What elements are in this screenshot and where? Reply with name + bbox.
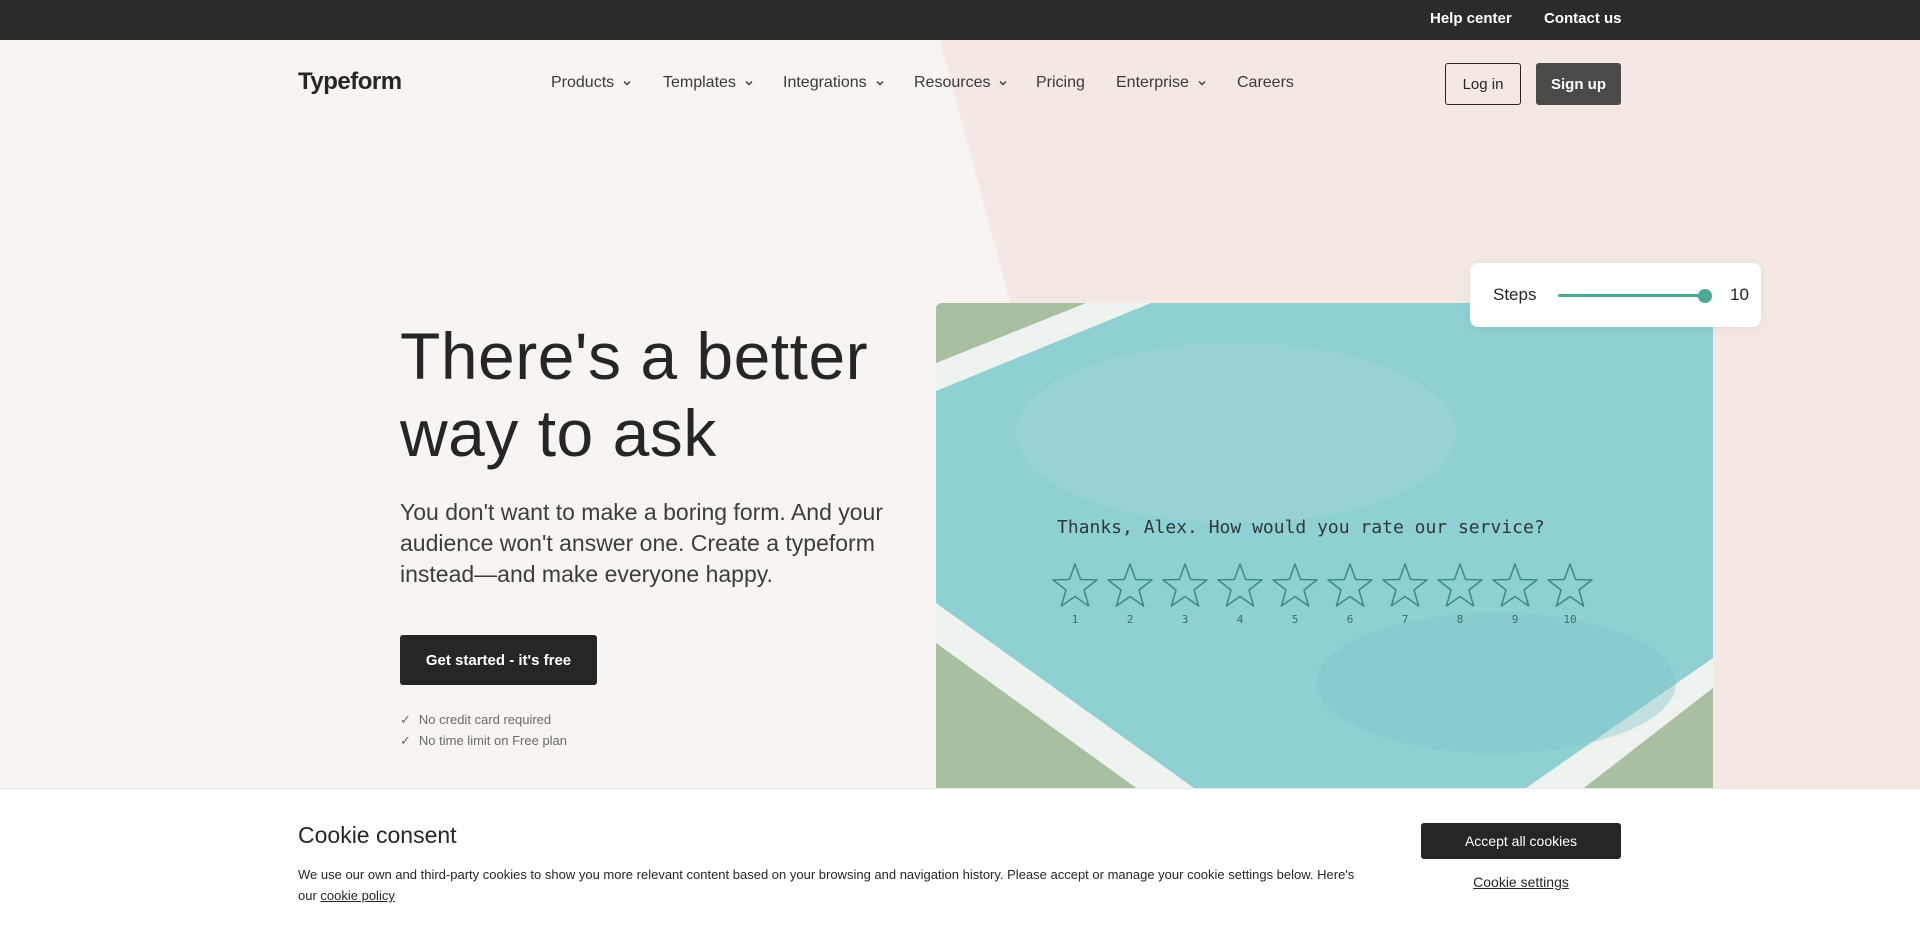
star-icon: [1382, 563, 1428, 607]
rating-number: 10: [1563, 613, 1577, 626]
star-icon: [1547, 563, 1593, 607]
nav-item-label: Careers: [1237, 74, 1294, 91]
main-navigation: Typeform Products Templates Integrations…: [0, 40, 1920, 126]
rating-option[interactable]: 8: [1436, 561, 1484, 626]
nav-item-label: Resources: [914, 74, 991, 91]
benefit-item: ✓ No credit card required: [400, 709, 567, 730]
cookie-title: Cookie consent: [298, 822, 457, 848]
accept-all-cookies-button[interactable]: Accept all cookies: [1421, 823, 1621, 859]
steps-control: Steps 10: [1470, 263, 1761, 327]
star-icon: [1272, 563, 1318, 607]
cookie-text: We use our own and third-party cookies t…: [298, 867, 1355, 903]
benefit-label: No credit card required: [418, 712, 552, 727]
rating-number: 1: [1071, 613, 1079, 626]
rating-number: 3: [1181, 613, 1189, 626]
rating-option[interactable]: 3: [1161, 561, 1209, 626]
nav-item-integrations[interactable]: Integrations: [783, 74, 885, 92]
chevron-down-icon: [999, 81, 1007, 86]
star-icon: [1162, 563, 1208, 607]
cookie-policy-link[interactable]: cookie policy: [320, 888, 394, 903]
card-background-pattern: [936, 303, 1713, 788]
star-icon: [1437, 563, 1483, 607]
rating-option[interactable]: 7: [1381, 561, 1429, 626]
nav-item-label: Templates: [663, 74, 736, 91]
rating-option[interactable]: 6: [1326, 561, 1374, 626]
nav-item-pricing[interactable]: Pricing: [1036, 74, 1085, 92]
benefit-label: No time limit on Free plan: [418, 733, 568, 748]
star-icon: [1217, 563, 1263, 607]
rating-number: 7: [1401, 613, 1409, 626]
star-icon: [1492, 563, 1538, 607]
benefit-item: ✓ No time limit on Free plan: [400, 730, 567, 751]
chevron-down-icon: [623, 81, 631, 86]
nav-item-careers[interactable]: Careers: [1237, 74, 1294, 92]
rating-question: Thanks, Alex. How would you rate our ser…: [1057, 517, 1545, 538]
nav-item-resources[interactable]: Resources: [914, 74, 1008, 92]
typeform-logo[interactable]: Typeform: [298, 68, 402, 96]
top-utility-bar: Help center Contact us: [0, 0, 1920, 40]
cookie-consent-banner: Cookie consent We use our own and third-…: [0, 788, 1920, 937]
benefits-list: ✓ No credit card required ✓ No time limi…: [400, 709, 567, 751]
hero-title: There's a better way to ask: [400, 319, 869, 470]
nav-item-label: Enterprise: [1116, 74, 1189, 91]
hero-subtitle: You don't want to make a boring form. An…: [400, 499, 883, 587]
chevron-down-icon: [876, 81, 884, 86]
checkmark-icon: ✓: [400, 732, 411, 748]
rating-option[interactable]: 5: [1271, 561, 1319, 626]
rating-option[interactable]: 9: [1491, 561, 1539, 626]
chevron-down-icon: [1198, 81, 1206, 86]
star-icon: [1107, 563, 1153, 607]
star-icon: [1327, 563, 1373, 607]
nav-item-label: Pricing: [1036, 74, 1085, 91]
rating-number: 6: [1346, 613, 1354, 626]
rating-number: 8: [1456, 613, 1464, 626]
steps-value: 10: [1730, 285, 1749, 304]
help-center-link[interactable]: Help center: [1430, 10, 1512, 27]
nav-item-products[interactable]: Products: [551, 74, 632, 92]
typeform-demo-card: Thanks, Alex. How would you rate our ser…: [936, 303, 1713, 788]
get-started-button[interactable]: Get started - it's free: [400, 635, 597, 685]
chevron-down-icon: [745, 81, 753, 86]
nav-item-label: Products: [551, 74, 615, 91]
rating-number: 5: [1291, 613, 1299, 626]
steps-slider-track[interactable]: [1558, 294, 1708, 297]
checkmark-icon: ✓: [400, 711, 411, 727]
rating-number: 4: [1236, 613, 1244, 626]
nav-item-templates[interactable]: Templates: [663, 74, 754, 92]
steps-label: Steps: [1493, 285, 1537, 304]
star-icon: [1052, 563, 1098, 607]
rating-option[interactable]: 10: [1546, 561, 1594, 626]
sign-up-button[interactable]: Sign up: [1536, 63, 1621, 105]
rating-number: 2: [1126, 613, 1134, 626]
steps-slider-handle[interactable]: [1698, 289, 1712, 303]
contact-us-link[interactable]: Contact us: [1544, 10, 1622, 27]
rating-number: 9: [1511, 613, 1519, 626]
rating-option[interactable]: 4: [1216, 561, 1264, 626]
nav-item-label: Integrations: [783, 74, 867, 91]
rating-option[interactable]: 2: [1106, 561, 1154, 626]
log-in-button[interactable]: Log in: [1445, 63, 1521, 105]
nav-item-enterprise[interactable]: Enterprise: [1116, 74, 1207, 92]
cookie-description: We use our own and third-party cookies t…: [298, 864, 1358, 906]
rating-option[interactable]: 1: [1051, 561, 1099, 626]
cookie-settings-link[interactable]: Cookie settings: [1421, 874, 1621, 890]
star-rating-row: 1 2 3 4 5 6 7 8 9 10: [1051, 561, 1594, 626]
